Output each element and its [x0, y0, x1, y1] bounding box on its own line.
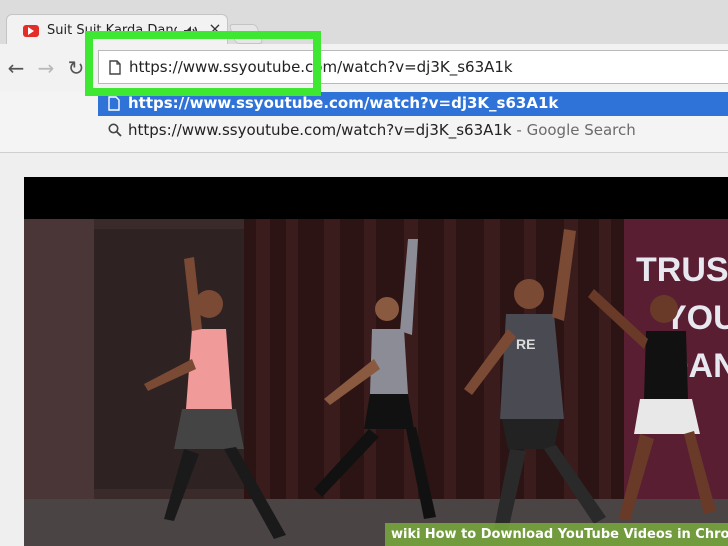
- youtube-icon: [23, 25, 39, 37]
- suggestion-search[interactable]: https://www.ssyoutube.com/watch?v=dj3K_s…: [98, 119, 728, 143]
- suggestion-url-text: https://www.ssyoutube.com/watch?v=dj3K_s…: [128, 94, 559, 112]
- page-icon: [108, 96, 120, 115]
- video-scene: TRUS YOU DAN RE: [24, 219, 728, 546]
- suggestion-search-hint: - Google Search: [511, 121, 636, 139]
- back-icon[interactable]: ←: [4, 56, 28, 80]
- address-highlight-box: [85, 31, 321, 96]
- forward-icon[interactable]: →: [34, 56, 58, 80]
- svg-text:TRUS: TRUS: [636, 251, 728, 289]
- search-icon: [108, 123, 122, 141]
- watermark-caption: How to Download YouTube Videos in Chrome: [424, 527, 728, 542]
- video-frame[interactable]: TRUS YOU DAN RE: [24, 219, 728, 546]
- shirt-print: RE: [516, 336, 535, 352]
- suggestion-search-text: https://www.ssyoutube.com/watch?v=dj3K_s…: [128, 121, 512, 139]
- wikihow-watermark: wiki How to Download YouTube Videos in C…: [385, 523, 728, 546]
- watermark-brand: wiki: [391, 527, 421, 542]
- omnibox-suggestions: https://www.ssyoutube.com/watch?v=dj3K_s…: [0, 92, 728, 153]
